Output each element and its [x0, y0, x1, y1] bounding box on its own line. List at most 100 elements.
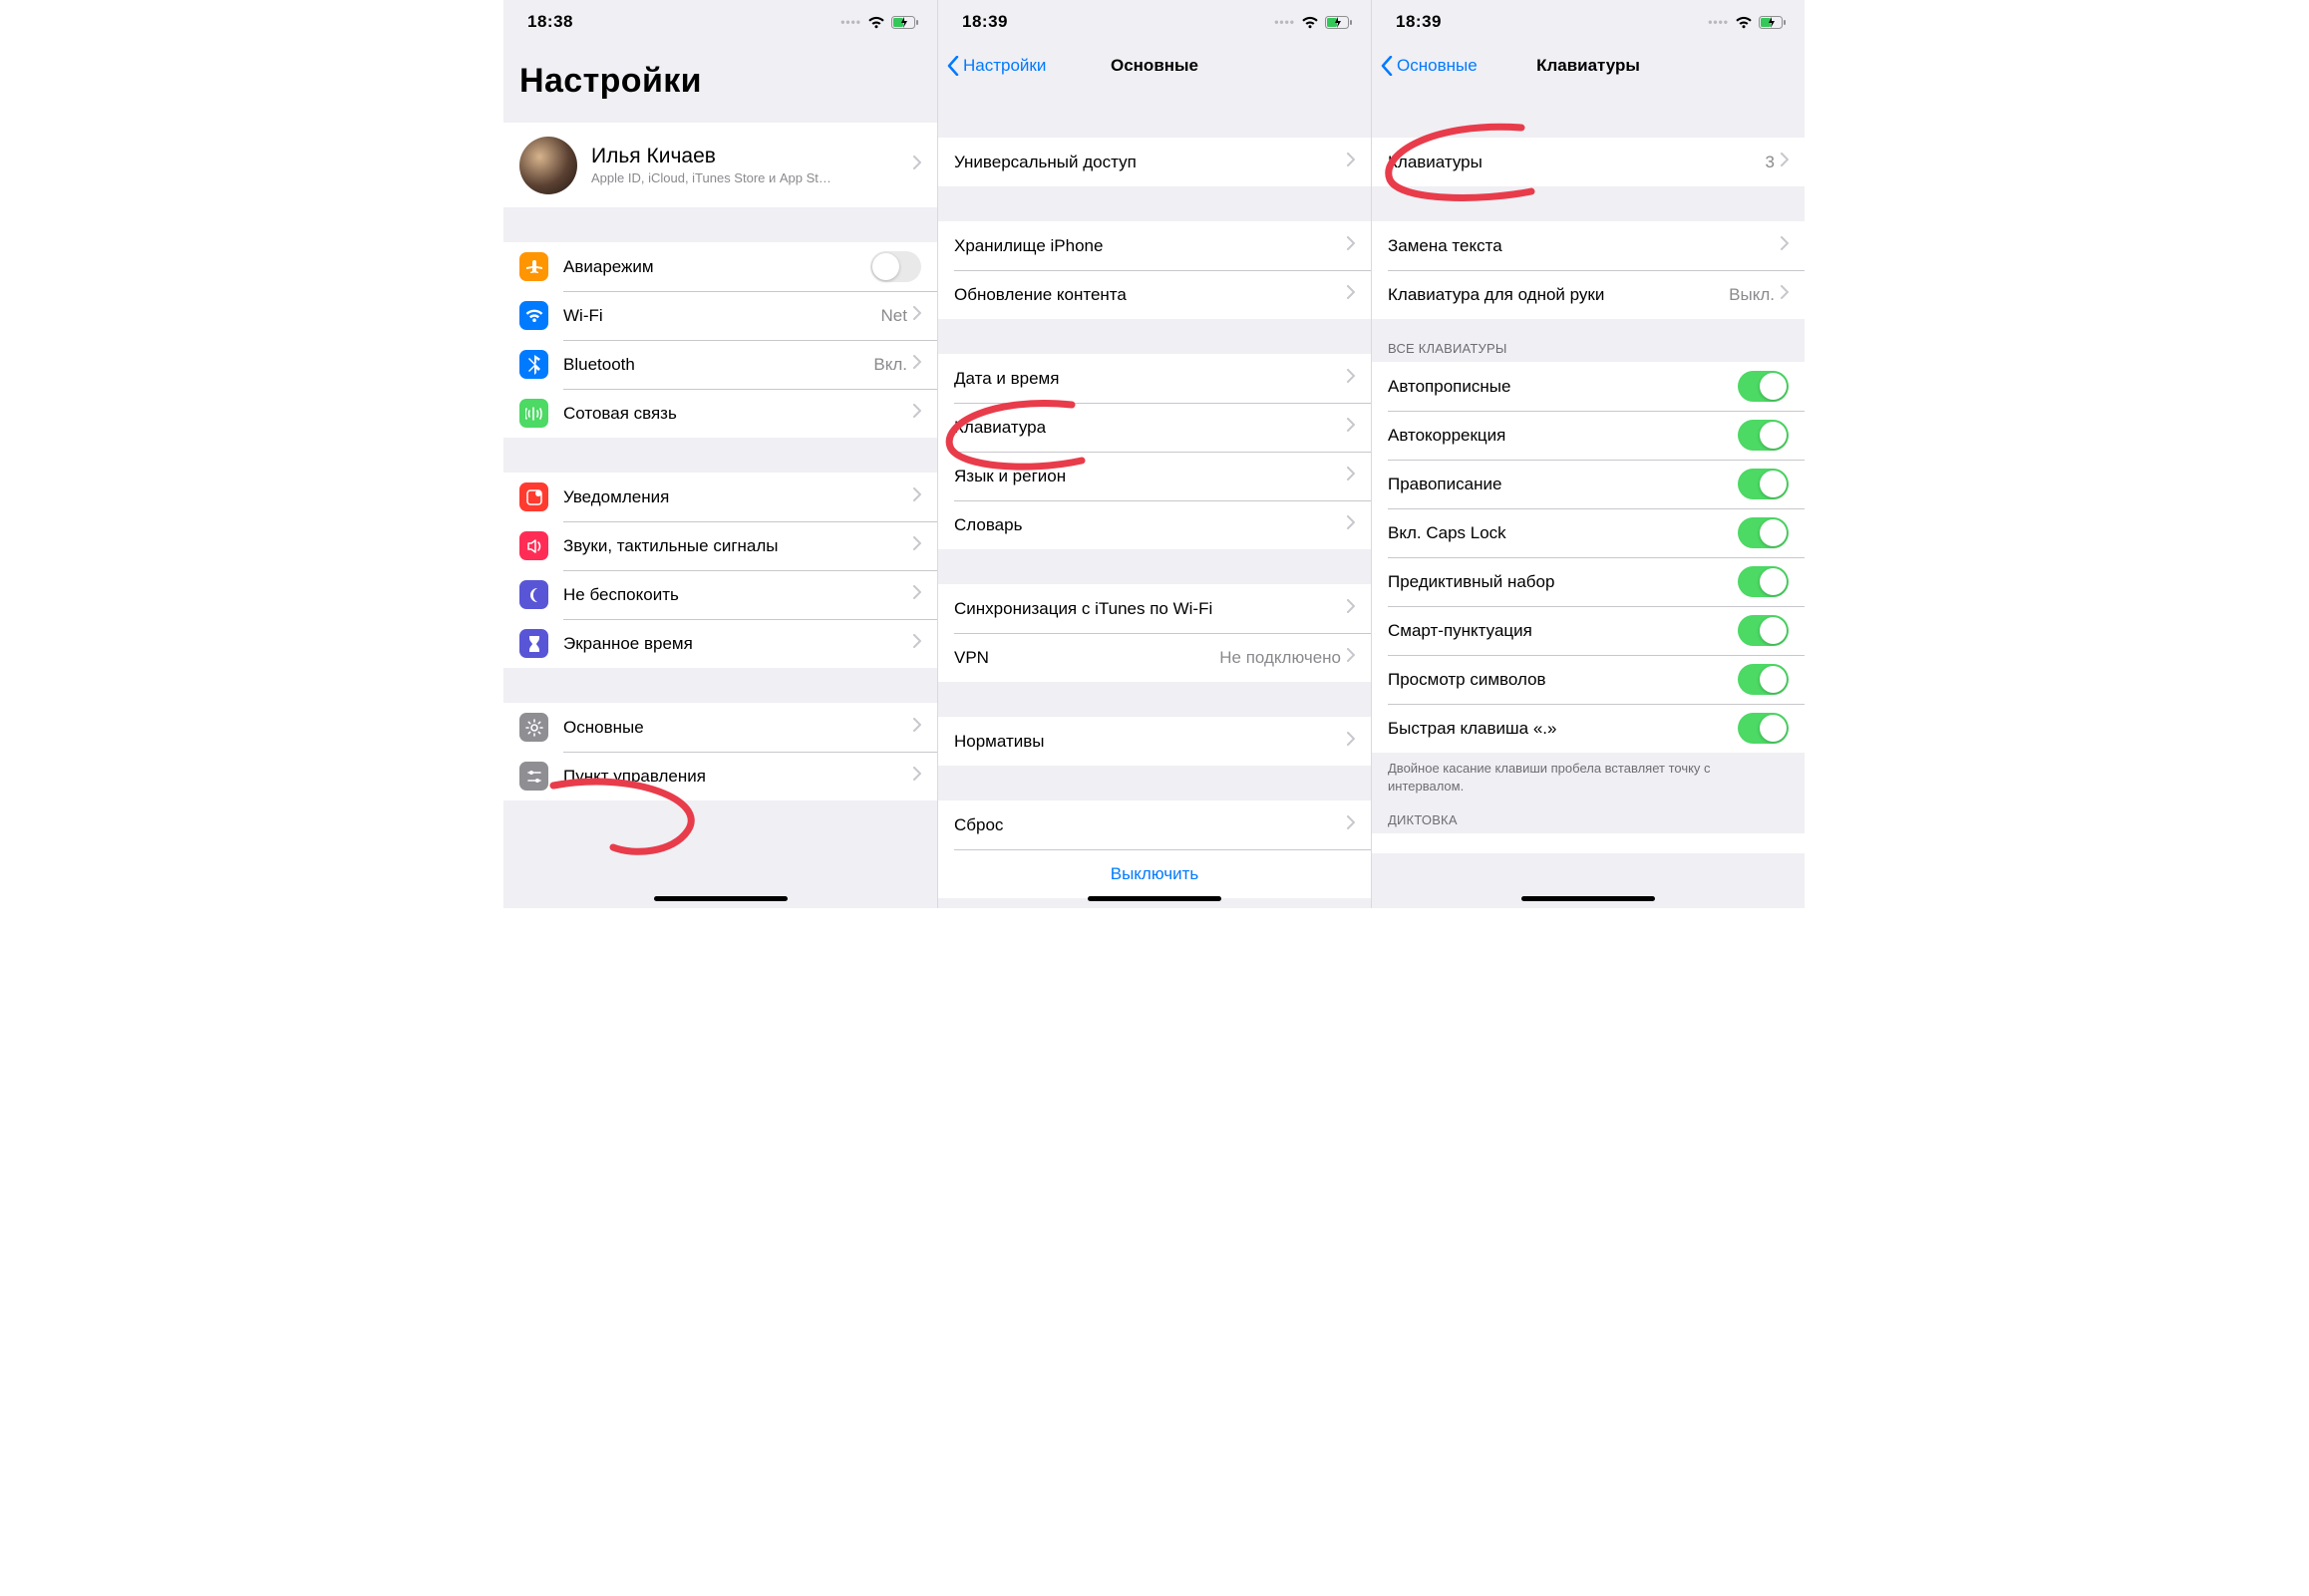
toggle-switch[interactable] [1738, 713, 1789, 744]
apple-id-cell[interactable]: Илья Кичаев Apple ID, iCloud, iTunes Sto… [503, 123, 937, 207]
row-toggle-4[interactable]: Предиктивный набор [1372, 557, 1805, 606]
row-toggle-7[interactable]: Быстрая клавиша «.» [1372, 704, 1805, 753]
chevron-right-icon [1347, 815, 1355, 834]
home-indicator[interactable] [1521, 896, 1655, 901]
toggle-switch[interactable] [1738, 566, 1789, 597]
row-toggle-6[interactable]: Просмотр символов [1372, 655, 1805, 704]
row-keyboards[interactable]: Клавиатуры 3 [1372, 138, 1805, 186]
status-bar: 18:39 •••• [938, 0, 1371, 44]
row-language-region[interactable]: Язык и регион [938, 452, 1371, 500]
row-toggle-3[interactable]: Вкл. Caps Lock [1372, 508, 1805, 557]
signal-dots-icon: •••• [1274, 15, 1295, 29]
chevron-right-icon [913, 585, 921, 604]
row-airplane-mode[interactable]: Авиарежим [503, 242, 937, 291]
toggle-switch[interactable] [1738, 615, 1789, 646]
chevron-right-icon [1347, 153, 1355, 171]
row-toggle-2[interactable]: Правописание [1372, 460, 1805, 508]
home-indicator[interactable] [1088, 896, 1221, 901]
row-dictation-partial[interactable] [1372, 833, 1805, 853]
airplane-icon [519, 252, 548, 281]
row-detail: Вкл. [873, 355, 907, 375]
row-keyboard[interactable]: Клавиатура [938, 403, 1371, 452]
sliders-icon [519, 762, 548, 791]
row-label: Хранилище iPhone [954, 236, 1347, 256]
airplane-toggle[interactable] [870, 251, 921, 282]
row-iphone-storage[interactable]: Хранилище iPhone [938, 221, 1371, 270]
row-background-refresh[interactable]: Обновление контента [938, 270, 1371, 319]
row-shutdown[interactable]: Выключить [938, 849, 1371, 898]
chevron-right-icon [1347, 467, 1355, 485]
row-label: Словарь [954, 515, 1347, 535]
row-vpn[interactable]: VPN Не подключено [938, 633, 1371, 682]
chevron-right-icon [913, 718, 921, 737]
page-title: Настройки [503, 44, 937, 109]
row-screen-time[interactable]: Экранное время [503, 619, 937, 668]
row-do-not-disturb[interactable]: Не беспокоить [503, 570, 937, 619]
profile-name: Илья Кичаев [591, 145, 913, 168]
row-label: Универсальный доступ [954, 153, 1347, 172]
row-accessibility[interactable]: Универсальный доступ [938, 138, 1371, 186]
row-label: Замена текста [1388, 236, 1781, 256]
back-label: Настройки [963, 56, 1046, 76]
status-bar: 18:38 •••• [503, 0, 937, 44]
toggle-switch[interactable] [1738, 420, 1789, 451]
row-label: Клавиатура для одной руки [1388, 285, 1729, 305]
row-itunes-wifi-sync[interactable]: Синхронизация с iTunes по Wi-Fi [938, 584, 1371, 633]
row-label: Wi-Fi [563, 306, 881, 326]
section-footer: Двойное касание клавиши пробела вставляе… [1372, 753, 1805, 798]
row-detail: Не подключено [1219, 648, 1341, 668]
toggle-switch[interactable] [1738, 371, 1789, 402]
section-header-dictation: ДИКТОВКА [1372, 798, 1805, 833]
wifi-icon [867, 16, 885, 29]
row-label: Автопрописные [1388, 377, 1738, 397]
row-label: Экранное время [563, 634, 913, 654]
row-cellular[interactable]: Сотовая связь [503, 389, 937, 438]
row-label: Пункт управления [563, 767, 913, 787]
home-indicator[interactable] [654, 896, 788, 901]
row-sounds[interactable]: Звуки, тактильные сигналы [503, 521, 937, 570]
general-pane: 18:39 •••• Настройки Основные Универсаль… [937, 0, 1371, 908]
row-text-replacement[interactable]: Замена текста [1372, 221, 1805, 270]
row-notifications[interactable]: Уведомления [503, 473, 937, 521]
row-bluetooth[interactable]: Bluetooth Вкл. [503, 340, 937, 389]
toggle-switch[interactable] [1738, 469, 1789, 499]
row-label: Синхронизация с iTunes по Wi-Fi [954, 599, 1347, 619]
toggle-switch[interactable] [1738, 664, 1789, 695]
row-one-handed[interactable]: Клавиатура для одной руки Выкл. [1372, 270, 1805, 319]
row-label: Bluetooth [563, 355, 873, 375]
chevron-right-icon [1347, 648, 1355, 667]
row-control-center[interactable]: Пункт управления [503, 752, 937, 800]
row-general[interactable]: Основные [503, 703, 937, 752]
row-label: Не беспокоить [563, 585, 913, 605]
chevron-right-icon [913, 536, 921, 555]
row-detail: 3 [1766, 153, 1775, 172]
chevron-right-icon [913, 306, 921, 325]
row-toggle-1[interactable]: Автокоррекция [1372, 411, 1805, 460]
signal-dots-icon: •••• [840, 15, 861, 29]
row-toggle-0[interactable]: Автопрописные [1372, 362, 1805, 411]
chevron-right-icon [913, 634, 921, 653]
row-label: Обновление контента [954, 285, 1347, 305]
chevron-right-icon [913, 487, 921, 506]
toggle-switch[interactable] [1738, 517, 1789, 548]
back-button[interactable]: Настройки [938, 56, 1046, 76]
row-regulatory[interactable]: Нормативы [938, 717, 1371, 766]
section-header-all-keyboards: ВСЕ КЛАВИАТУРЫ [1372, 319, 1805, 362]
notifications-icon [519, 482, 548, 511]
row-detail: Net [881, 306, 907, 326]
avatar [519, 137, 577, 194]
chevron-right-icon [1781, 153, 1789, 171]
row-reset[interactable]: Сброс [938, 800, 1371, 849]
row-toggle-5[interactable]: Смарт-пунктуация [1372, 606, 1805, 655]
nav-bar: Настройки Основные [938, 44, 1371, 88]
status-time: 18:38 [527, 12, 573, 32]
back-button[interactable]: Основные [1372, 56, 1478, 76]
row-label: Язык и регион [954, 467, 1347, 486]
row-dictionary[interactable]: Словарь [938, 500, 1371, 549]
chevron-right-icon [1347, 236, 1355, 255]
chevron-left-icon [947, 56, 959, 76]
row-date-time[interactable]: Дата и время [938, 354, 1371, 403]
row-wifi[interactable]: Wi-Fi Net [503, 291, 937, 340]
row-label: Основные [563, 718, 913, 738]
chevron-right-icon [1347, 599, 1355, 618]
